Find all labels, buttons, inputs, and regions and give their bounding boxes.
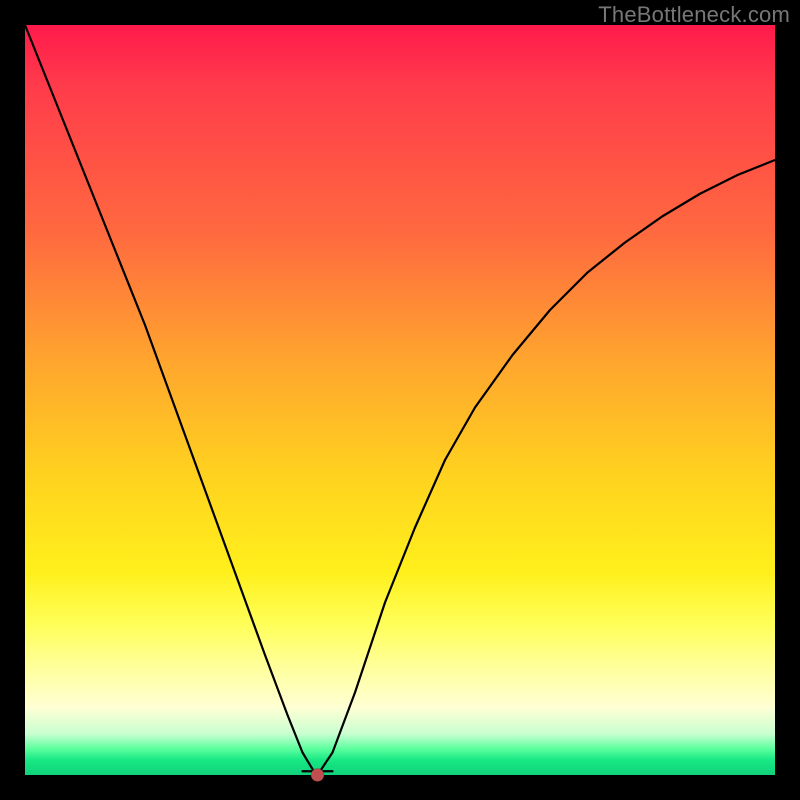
bottleneck-curve xyxy=(25,25,775,775)
chart-frame: TheBottleneck.com xyxy=(0,0,800,800)
curve-right-branch xyxy=(318,160,776,775)
minimum-point-dot xyxy=(311,769,324,782)
plot-area xyxy=(25,25,775,775)
curve-left-branch xyxy=(25,25,318,775)
